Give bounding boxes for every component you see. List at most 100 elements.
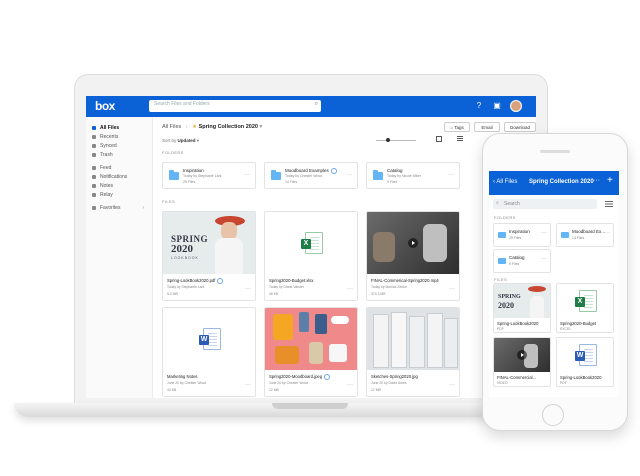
more-options-icon[interactable]: ··· [244, 172, 250, 178]
zoom-slider-handle[interactable] [386, 138, 390, 142]
file-card[interactable]: Sketches-Spring2020.jpg June 20 by David… [366, 307, 460, 397]
sketch-sheet [409, 316, 425, 368]
folder-icon [561, 232, 569, 238]
folder-name: Catalog [509, 255, 525, 260]
more-options-icon[interactable]: ··· [448, 172, 454, 178]
mobile-folder-card[interactable]: Moodboard Ex... 14 Files ··· [556, 223, 614, 247]
sort-icon[interactable] [605, 201, 613, 207]
file-name: Spring2020-Budget [560, 321, 597, 326]
sidebar-item-favorites[interactable]: Favorites › [92, 205, 144, 211]
download-button[interactable]: Download [504, 122, 536, 132]
search-input[interactable]: Search Files and Folders ⌕ [149, 100, 321, 112]
mobile-search-input[interactable]: ⌕ Search [493, 199, 597, 209]
mobile-folder-card[interactable]: Inspiration 25 Files ··· [493, 223, 551, 247]
back-button[interactable]: ‹ All Files [493, 179, 517, 185]
mobile-file-card[interactable]: FINAL-Commercial... VIDEO [493, 337, 551, 387]
folder-card[interactable]: Moodboard Examples Today by Chester Wood… [264, 162, 358, 189]
file-size: 12 MB [371, 388, 381, 392]
file-name: Spring2020-Budget.xlsx [269, 278, 314, 283]
more-options-icon[interactable]: ··· [449, 286, 455, 292]
more-options-icon[interactable]: ··· [347, 286, 353, 292]
more-options-icon[interactable]: ··· [449, 382, 455, 388]
more-options-icon[interactable]: ··· [604, 230, 610, 236]
play-icon[interactable] [517, 350, 527, 360]
folder-icon [169, 170, 179, 180]
file-card[interactable]: W Marketing Notes June 20 by Chester Woo… [162, 307, 256, 397]
folder-name: Moodboard Ex... [572, 229, 606, 234]
more-options-icon[interactable]: ··· [346, 172, 352, 178]
folder-name: Inspiration [183, 168, 204, 173]
file-card[interactable]: X Spring2020-Budget.xlsx Today by Diane … [264, 211, 358, 301]
file-name: Spring2020-Moodboard.jpeg [269, 374, 331, 380]
trash-icon [92, 153, 96, 157]
file-size: 48 KB [269, 292, 279, 296]
notes-icon[interactable]: ▣ [492, 101, 502, 111]
more-options-icon[interactable]: ··· [541, 256, 547, 262]
chevron-down-icon[interactable]: ▾ [259, 124, 262, 130]
sketch-sheet [373, 314, 389, 368]
mobile-file-card[interactable]: SPRING 2020 Spring-LookBook2020 PDF [493, 283, 551, 333]
file-type: EXCEL [560, 327, 572, 331]
folder-card[interactable]: Inspiration Today by Stephanie Lark 25 F… [162, 162, 256, 189]
email-button[interactable]: Email [474, 122, 500, 132]
list-view-icon[interactable] [457, 136, 463, 142]
more-options-icon[interactable]: ··· [347, 382, 353, 388]
mobile-top-bar: ‹ All Files Spring Collection 2020 ··· + [489, 171, 619, 195]
more-options-icon[interactable]: ··· [245, 286, 251, 292]
sidebar-item-notifications[interactable]: Notifications [92, 174, 127, 180]
chevron-right-icon: › [185, 124, 188, 130]
clothing-shape [309, 342, 323, 364]
more-options-icon[interactable]: ··· [593, 177, 600, 184]
more-options-icon[interactable]: ··· [541, 230, 547, 236]
tags-button[interactable]: ⌂ Tags [444, 122, 470, 132]
chevron-down-icon: ▾ [196, 138, 200, 143]
file-thumbnail [494, 338, 550, 372]
box-logo[interactable]: box [95, 99, 115, 113]
cover-year: 2020 [498, 301, 514, 310]
more-options-icon[interactable]: ··· [245, 382, 251, 388]
clothing-shape [329, 344, 347, 362]
folder-name: Catalog [387, 168, 403, 173]
file-card[interactable]: SPRING 2020 LOOKBOOK Spring-LookBook2020… [162, 211, 256, 301]
breadcrumb-root[interactable]: All Files [162, 124, 181, 130]
model-hat [528, 286, 546, 292]
folder-icon [271, 170, 281, 180]
shared-icon [324, 374, 331, 380]
folder-count: 25 Files [509, 236, 522, 240]
sidebar-item-notes[interactable]: Notes [92, 183, 113, 189]
sidebar-item-recents[interactable]: Recents [92, 134, 118, 140]
folder-card[interactable]: Catalog Today by Nicole Miller 9 Files ·… [366, 162, 460, 189]
clock-icon [92, 135, 96, 139]
mobile-file-card[interactable]: W Spring-LookBook2020 PDF [556, 337, 614, 387]
file-meta: Today by Monica Zenko [371, 285, 407, 289]
sidebar-item-trash[interactable]: Trash [92, 152, 113, 158]
mobile-file-card[interactable]: X Spring2020-Budget EXCEL [556, 283, 614, 333]
file-size: 5.2 MB [167, 292, 178, 296]
folder-icon [373, 170, 383, 180]
play-icon[interactable] [408, 238, 418, 248]
sidebar-item-feed[interactable]: Feed [92, 165, 111, 171]
mobile-folders-heading: FOLDERS [494, 215, 516, 220]
sidebar-item-synced[interactable]: Synced [92, 143, 117, 149]
grid-view-icon[interactable] [436, 136, 442, 142]
add-icon[interactable]: + [607, 175, 613, 186]
folder-icon [498, 258, 506, 264]
file-card[interactable]: FINAL-Commerical-Spring2020.mp4 Today by… [366, 211, 460, 301]
zoom-slider[interactable] [376, 140, 416, 141]
file-meta: Today by Stephanie Lark [167, 285, 205, 289]
shared-icon [217, 278, 224, 284]
mobile-title: Spring Collection 2020 [529, 179, 594, 185]
clothing-shape [315, 314, 327, 334]
help-icon[interactable]: ? [474, 101, 484, 111]
file-thumbnail [367, 212, 459, 274]
avatar[interactable] [510, 100, 522, 112]
model-body [530, 296, 544, 318]
file-type: VIDEO [497, 381, 508, 385]
mobile-folder-card[interactable]: Catalog 9 Files ··· [493, 249, 551, 273]
sidebar-item-relay[interactable]: Relay [92, 192, 113, 198]
file-card[interactable]: Spring2020-Moodboard.jpeg June 20 by Che… [264, 307, 358, 397]
star-icon[interactable]: ★ [192, 124, 197, 130]
home-button[interactable] [542, 404, 564, 426]
sidebar-item-all-files[interactable]: All Files [92, 125, 119, 131]
sort-control[interactable]: Sort by Updated ▾ [162, 138, 199, 144]
